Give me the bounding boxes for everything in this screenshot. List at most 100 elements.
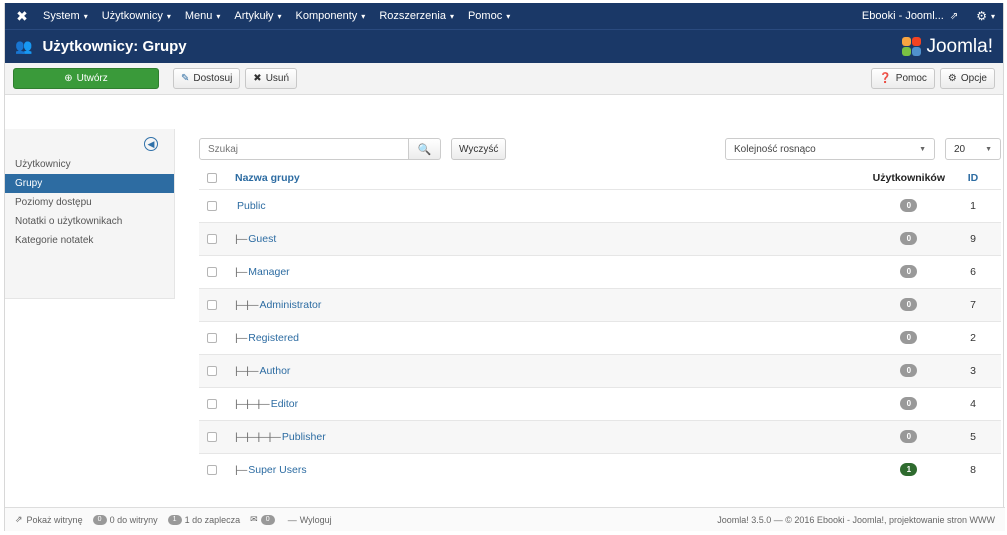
group-name-link[interactable]: Registered xyxy=(248,332,299,344)
external-link-icon[interactable]: ⇗ xyxy=(950,11,958,22)
sidebar-item[interactable]: Grupy xyxy=(5,174,174,193)
user-count-badge: 0 xyxy=(900,397,918,410)
column-header-users: Użytkowników xyxy=(872,171,945,184)
brand-name: Joomla! xyxy=(926,35,993,57)
group-id-cell: 6 xyxy=(945,254,1001,288)
logout-label: Wyloguj xyxy=(299,514,332,525)
row-checkbox[interactable] xyxy=(207,431,217,442)
admins-status: 1 1 do zaplecza xyxy=(167,514,241,525)
select-all-checkbox[interactable] xyxy=(207,172,217,183)
group-name-link[interactable]: Manager xyxy=(248,266,289,278)
search-button[interactable]: 🔍 xyxy=(409,138,441,160)
column-header-name[interactable]: Nazwa grupy xyxy=(227,167,845,189)
logout-link[interactable]: — Wyloguj xyxy=(288,515,332,525)
group-name-cell: |—|—|— Editor xyxy=(227,386,845,420)
options-button[interactable]: ⚙ Opcje xyxy=(939,68,995,89)
table-row: |—|— Administrator 0 7 xyxy=(199,287,1001,321)
group-name-cell: |—|—|—|— Publisher xyxy=(227,419,845,453)
user-count-badge: 0 xyxy=(900,265,918,278)
table-row: Public 0 1 xyxy=(199,188,1001,222)
group-name-link[interactable]: Public xyxy=(237,200,266,212)
user-count-cell: 0 xyxy=(844,254,945,288)
menu-label: Użytkownicy xyxy=(101,10,163,22)
options-button-label: Opcje xyxy=(960,73,987,84)
user-count-badge: 1 xyxy=(900,463,918,477)
gear-icon[interactable]: ⚙ xyxy=(976,9,987,23)
table-row: |— Manager 0 6 xyxy=(199,254,1001,288)
envelope-icon: ✉ xyxy=(250,514,258,524)
group-name-link[interactable]: Guest xyxy=(248,233,276,245)
main-content: 🔍 Wyczyść Kolejność rosnąco ▼ 20 ▼ Nazwa… xyxy=(199,137,1001,486)
sidebar-item[interactable]: Użytkownicy xyxy=(5,155,174,174)
clear-button[interactable]: Wyczyść xyxy=(451,138,507,160)
menu-help[interactable]: Pomoc ▾ xyxy=(468,10,510,22)
tree-prefix: |— xyxy=(235,331,247,344)
group-name-cell: |— Manager xyxy=(227,254,845,288)
menu-components[interactable]: Komponenty ▾ xyxy=(296,10,366,22)
menu-label: Rozszerzenia xyxy=(379,10,446,22)
menu-articles[interactable]: Artykuły ▾ xyxy=(234,10,281,22)
row-checkbox[interactable] xyxy=(207,233,217,244)
tree-prefix: |— xyxy=(235,232,247,245)
user-count-badge: 0 xyxy=(900,199,918,212)
menu-users[interactable]: Użytkownicy ▾ xyxy=(102,10,171,22)
row-checkbox[interactable] xyxy=(207,266,217,277)
user-count-badge: 0 xyxy=(900,298,918,311)
menu-menu[interactable]: Menu ▾ xyxy=(185,10,221,22)
group-name-link[interactable]: Author xyxy=(259,365,290,377)
sidebar-item[interactable]: Poziomy dostępu xyxy=(5,193,174,212)
view-site-link[interactable]: ⇗ Pokaż witrynę xyxy=(15,514,83,525)
column-header-id[interactable]: ID xyxy=(945,167,1001,189)
sidebar-toggle-icon[interactable]: ◀ xyxy=(144,137,158,151)
tree-prefix: |— xyxy=(235,463,247,476)
row-checkbox[interactable] xyxy=(207,464,217,475)
edit-button[interactable]: ✎ Dostosuj xyxy=(173,68,241,89)
sidebar-item[interactable]: Kategorie notatek xyxy=(5,231,174,250)
help-button[interactable]: ❓ Pomoc xyxy=(871,68,935,89)
joomla-brand-logo: Joomla! xyxy=(902,36,993,58)
row-select-cell xyxy=(199,353,227,387)
filter-bar: 🔍 Wyczyść Kolejność rosnąco ▼ 20 ▼ xyxy=(199,137,1001,161)
menu-system[interactable]: System ▾ xyxy=(43,10,88,22)
sidebar-item[interactable]: Notatki o użytkownikach xyxy=(5,212,174,231)
row-select-cell xyxy=(199,419,227,453)
joomla-logo-icon xyxy=(902,36,922,57)
row-checkbox[interactable] xyxy=(207,200,217,211)
admins-label: 1 do zaplecza xyxy=(184,514,241,525)
copyright-text: Joomla! 3.5.0 — © 2016 Ebooki - Joomla!,… xyxy=(717,514,995,525)
group-name-link[interactable]: Super Users xyxy=(248,464,306,476)
row-checkbox[interactable] xyxy=(207,299,217,310)
search-input[interactable] xyxy=(199,138,409,160)
delete-button-label: Usuń xyxy=(265,73,290,84)
group-id-cell: 4 xyxy=(945,386,1001,420)
sort-select[interactable]: Kolejność rosnąco ▼ xyxy=(725,138,935,160)
clear-button-label: Wyczyść xyxy=(459,143,499,155)
table-row: |— Registered 0 2 xyxy=(199,320,1001,354)
group-name-link[interactable]: Editor xyxy=(271,398,298,410)
limit-select[interactable]: 20 ▼ xyxy=(945,138,1001,160)
row-checkbox[interactable] xyxy=(207,332,217,343)
menu-label: Komponenty xyxy=(295,10,358,22)
question-circle-icon: ❓ xyxy=(879,73,892,84)
row-select-cell xyxy=(199,254,227,288)
user-count-cell: 0 xyxy=(844,221,945,255)
row-checkbox[interactable] xyxy=(207,398,217,409)
menu-extensions[interactable]: Rozszerzenia ▾ xyxy=(379,10,454,22)
group-name-link[interactable]: Publisher xyxy=(282,431,326,443)
new-button[interactable]: ⊕ Utwórz xyxy=(13,68,159,89)
row-select-cell xyxy=(199,320,227,354)
joomla-x-icon[interactable]: ✖ xyxy=(13,7,31,25)
group-name-link[interactable]: Administrator xyxy=(259,299,321,311)
admins-badge: 1 xyxy=(167,514,182,525)
delete-button[interactable]: ✖ Usuń xyxy=(245,68,298,89)
group-id-cell: 5 xyxy=(945,419,1001,453)
row-select-cell xyxy=(199,188,227,222)
tree-prefix: |—|—|—|— xyxy=(235,430,281,443)
row-checkbox[interactable] xyxy=(207,365,217,376)
messages-status[interactable]: ✉ 0 xyxy=(250,514,278,525)
chevron-down-icon[interactable]: ▾ xyxy=(991,12,995,21)
site-name-link[interactable]: Ebooki - Jooml... xyxy=(862,10,944,22)
navbar-right: Ebooki - Jooml... ⇗ ⚙ ▾ xyxy=(862,9,995,23)
user-count-cell: 0 xyxy=(844,188,945,222)
group-id-cell: 8 xyxy=(945,452,1001,486)
